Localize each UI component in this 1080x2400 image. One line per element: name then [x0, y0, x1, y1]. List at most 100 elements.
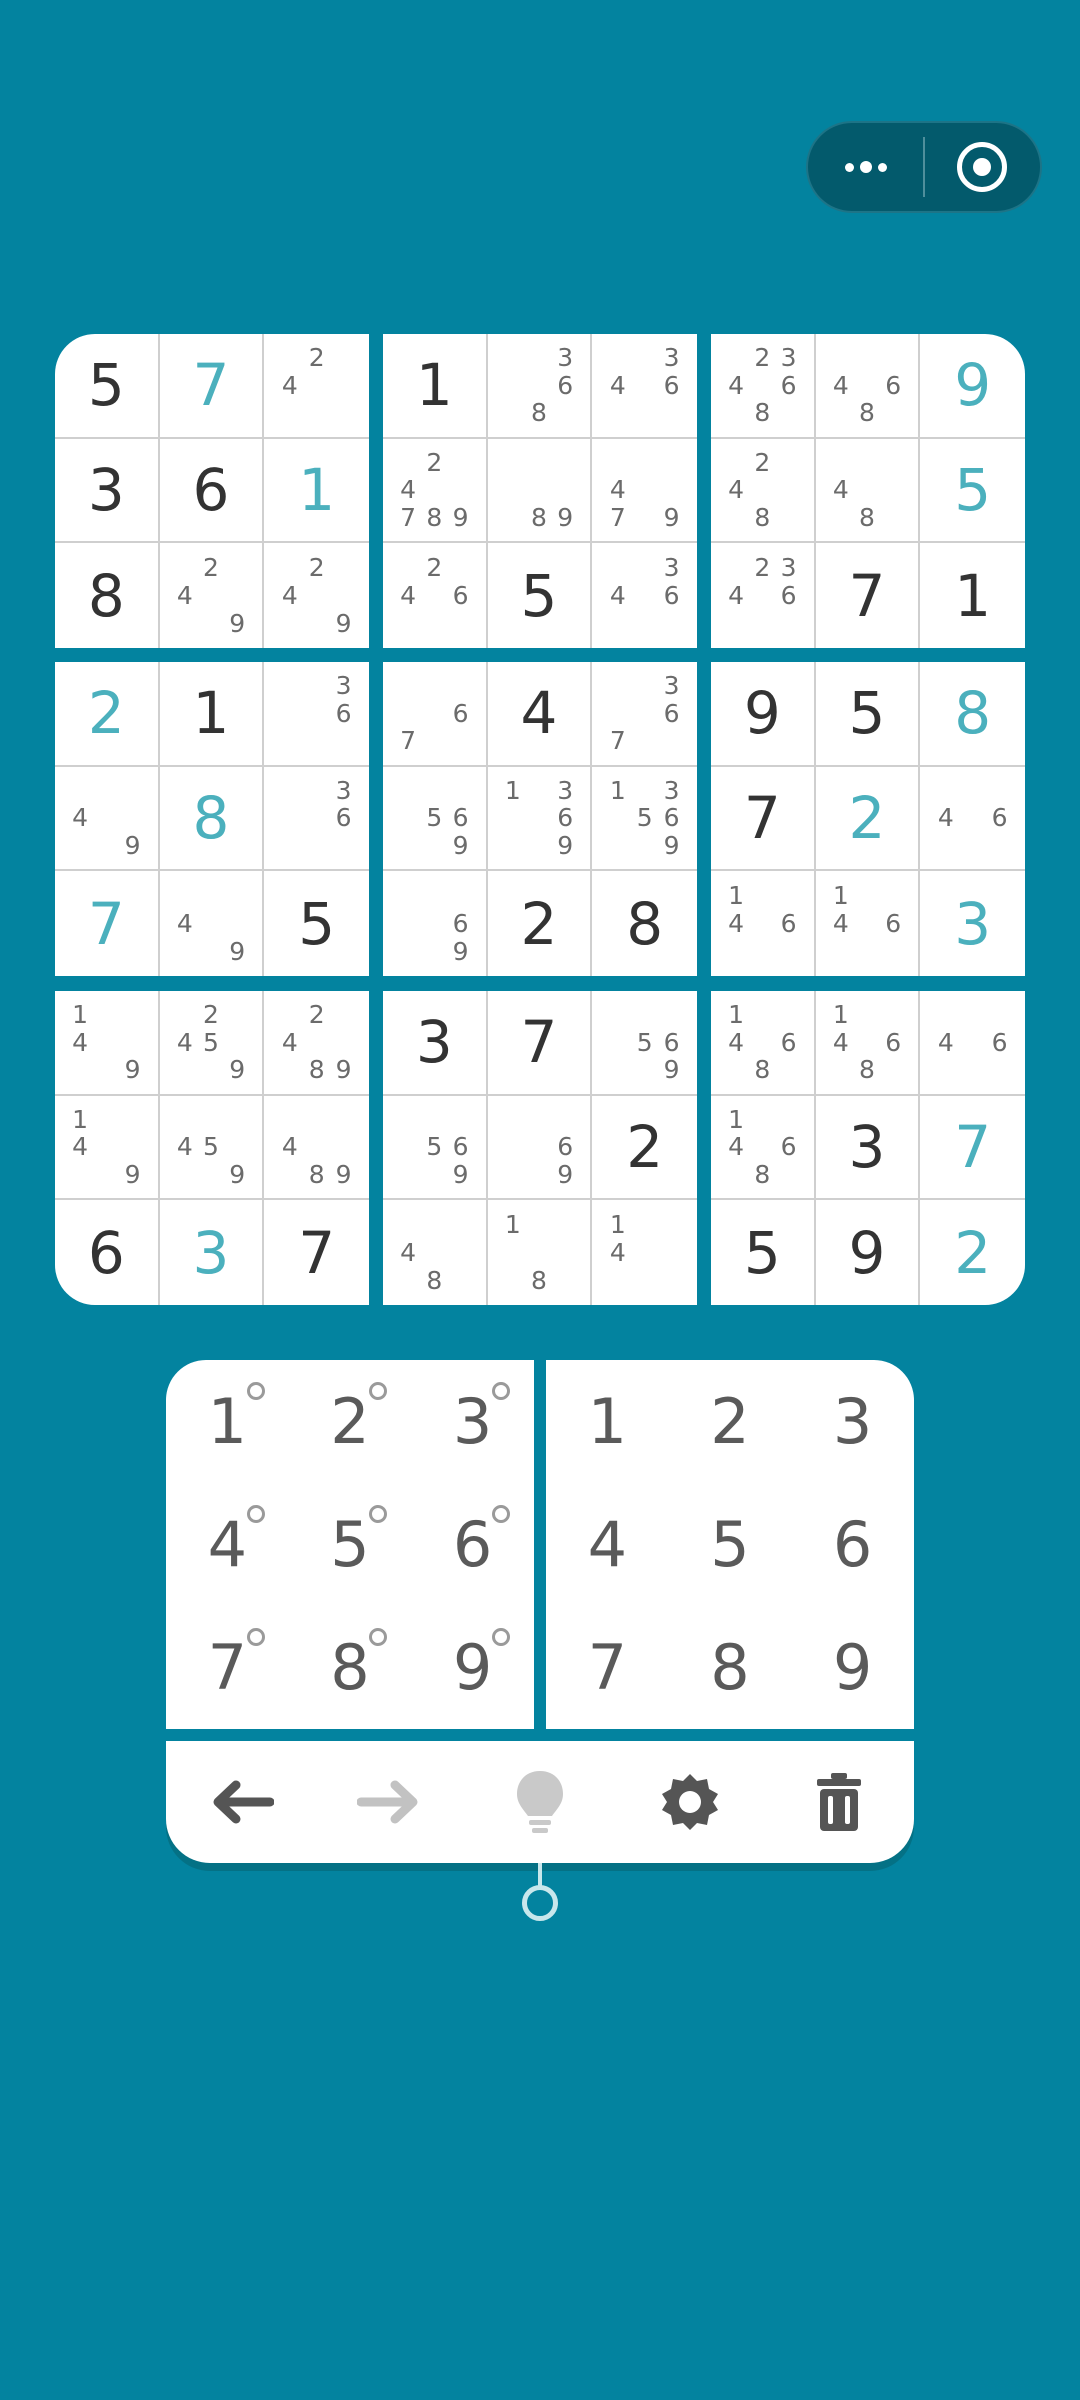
sudoku-cell[interactable]: 3: [55, 438, 160, 544]
sudoku-cell[interactable]: 3: [160, 1200, 265, 1305]
number-key-5[interactable]: 5: [669, 1483, 792, 1606]
sudoku-cell[interactable]: 8: [159, 766, 265, 872]
sudoku-cell[interactable]: 67: [383, 662, 488, 767]
hint-button[interactable]: [495, 1757, 585, 1847]
sudoku-cell[interactable]: 14 9: [55, 1095, 160, 1201]
note-key-9[interactable]: 9: [411, 1606, 534, 1729]
sudoku-cell[interactable]: 8: [55, 543, 160, 648]
note-key-3[interactable]: 3: [411, 1360, 534, 1483]
delete-button[interactable]: [794, 1757, 884, 1847]
undo-button[interactable]: [196, 1757, 286, 1847]
sudoku-cell[interactable]: 49: [160, 871, 265, 976]
sudoku-cell[interactable]: 46: [920, 991, 1025, 1096]
sudoku-cell[interactable]: 36: [264, 767, 369, 872]
close-button[interactable]: [925, 123, 1040, 211]
sudoku-cell[interactable]: 7: [159, 334, 265, 439]
more-button[interactable]: [808, 123, 923, 211]
note-key-2[interactable]: 2: [289, 1360, 412, 1483]
sudoku-cell[interactable]: 2459: [159, 991, 265, 1096]
sudoku-cell[interactable]: 49: [55, 766, 160, 872]
note-key-1[interactable]: 1: [166, 1360, 289, 1483]
sudoku-cell[interactable]: 2489: [264, 991, 369, 1096]
sudoku-cell[interactable]: 7: [920, 1096, 1025, 1201]
sudoku-cell[interactable]: 24 6: [383, 543, 488, 648]
sudoku-cell[interactable]: 89: [487, 438, 593, 544]
sudoku-cell[interactable]: 9: [711, 662, 816, 767]
sudoku-cell[interactable]: 569: [592, 991, 697, 1096]
sudoku-cell[interactable]: 5: [488, 543, 593, 648]
number-key-4[interactable]: 4: [546, 1483, 669, 1606]
sudoku-cell[interactable]: 1: [264, 439, 369, 544]
number-key-6[interactable]: 6: [791, 1483, 914, 1606]
sudoku-cell[interactable]: 248: [711, 438, 816, 544]
number-key-9[interactable]: 9: [791, 1606, 914, 1729]
sudoku-cell[interactable]: 48: [815, 438, 921, 544]
sudoku-cell[interactable]: 24789: [383, 438, 488, 544]
sudoku-cell[interactable]: 2: [488, 871, 593, 976]
number-key-2[interactable]: 2: [669, 1360, 792, 1483]
sudoku-cell[interactable]: 14 9: [55, 991, 160, 1096]
sudoku-cell[interactable]: 2: [815, 766, 921, 872]
sudoku-cell[interactable]: 9: [816, 1200, 921, 1305]
sudoku-cell[interactable]: 3: [383, 991, 488, 1096]
sudoku-cell[interactable]: 2: [592, 1096, 697, 1201]
number-key-1[interactable]: 1: [546, 1360, 669, 1483]
sudoku-cell[interactable]: 2: [920, 1200, 1025, 1305]
sudoku-cell[interactable]: 7: [55, 871, 160, 976]
sudoku-cell[interactable]: 3 4 6: [592, 334, 697, 439]
sudoku-cell[interactable]: 3: [815, 1095, 921, 1201]
note-key-7[interactable]: 7: [166, 1606, 289, 1729]
sudoku-cell[interactable]: 14 6: [711, 871, 816, 976]
sudoku-cell[interactable]: 8: [592, 871, 697, 976]
sudoku-cell[interactable]: 18: [488, 1200, 593, 1305]
sudoku-cell[interactable]: 36 7: [592, 662, 697, 767]
sudoku-cell[interactable]: 4 68: [815, 334, 921, 439]
sudoku-cell[interactable]: 23 4 6: [711, 543, 816, 648]
sudoku-cell[interactable]: 9: [920, 334, 1025, 439]
sudoku-cell[interactable]: 36: [264, 662, 369, 767]
sudoku-cell[interactable]: 47 9: [592, 439, 697, 544]
sudoku-cell[interactable]: 489: [264, 1096, 369, 1201]
note-key-4[interactable]: 4: [166, 1483, 289, 1606]
sudoku-cell[interactable]: 7: [487, 991, 593, 1096]
note-key-8[interactable]: 8: [289, 1606, 412, 1729]
sudoku-cell[interactable]: 1: [920, 543, 1025, 648]
sudoku-cell[interactable]: 1 369: [487, 766, 593, 872]
sudoku-cell[interactable]: 14 6: [816, 871, 921, 976]
sudoku-cell[interactable]: 6: [55, 1200, 160, 1305]
note-key-6[interactable]: 6: [411, 1483, 534, 1606]
scroll-handle[interactable]: [522, 1885, 558, 1921]
sudoku-cell[interactable]: 14 68: [711, 1095, 816, 1201]
sudoku-cell[interactable]: 46: [920, 767, 1025, 872]
sudoku-cell[interactable]: 5: [711, 1200, 816, 1305]
sudoku-cell[interactable]: 7: [816, 543, 921, 648]
sudoku-cell[interactable]: 5: [815, 662, 921, 767]
sudoku-cell[interactable]: 14 68: [711, 991, 816, 1096]
sudoku-cell[interactable]: 23 4 68: [711, 334, 816, 439]
number-key-8[interactable]: 8: [669, 1606, 792, 1729]
settings-button[interactable]: [645, 1757, 735, 1847]
note-key-5[interactable]: 5: [289, 1483, 412, 1606]
sudoku-cell[interactable]: 24 9: [264, 543, 369, 648]
sudoku-cell[interactable]: 2: [55, 662, 160, 767]
sudoku-cell[interactable]: 8: [920, 662, 1025, 767]
sudoku-cell[interactable]: 24 9: [160, 543, 265, 648]
sudoku-cell[interactable]: 569: [383, 1095, 488, 1201]
sudoku-cell[interactable]: 459: [159, 1095, 265, 1201]
sudoku-cell[interactable]: 7: [711, 766, 816, 872]
sudoku-cell[interactable]: 1: [383, 334, 488, 439]
redo-button[interactable]: [345, 1757, 435, 1847]
sudoku-cell[interactable]: 14 68: [815, 991, 921, 1096]
sudoku-cell[interactable]: 5: [920, 439, 1025, 544]
sudoku-cell[interactable]: 7: [264, 1200, 369, 1305]
sudoku-cell[interactable]: 48: [383, 1200, 488, 1305]
sudoku-cell[interactable]: 69: [383, 871, 488, 976]
sudoku-cell[interactable]: 4: [487, 662, 593, 767]
sudoku-cell[interactable]: 368: [487, 334, 593, 439]
sudoku-cell[interactable]: 1: [159, 662, 265, 767]
sudoku-cell[interactable]: 5: [55, 334, 160, 439]
sudoku-cell[interactable]: 5: [264, 871, 369, 976]
sudoku-cell[interactable]: 6: [159, 438, 265, 544]
sudoku-cell[interactable]: 569: [383, 766, 488, 872]
sudoku-cell[interactable]: 3 4 6: [592, 543, 697, 648]
